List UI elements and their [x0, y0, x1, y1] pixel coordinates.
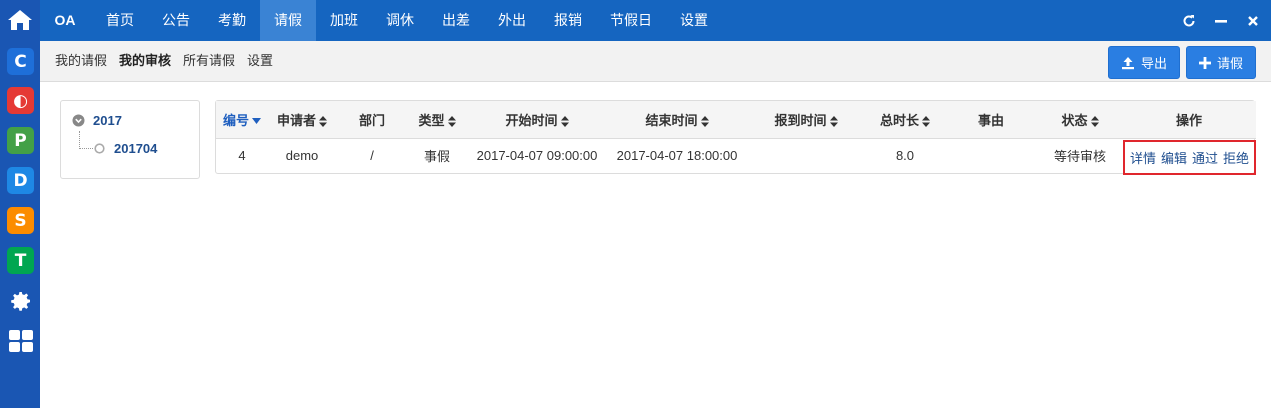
nav-item-settings[interactable]: 设置 — [666, 0, 722, 41]
column-header-reason: 事由 — [944, 101, 1038, 139]
sort-icon — [447, 115, 456, 127]
export-button[interactable]: 导出 — [1107, 46, 1180, 79]
subnav-settings[interactable]: 设置 — [247, 41, 273, 81]
nav-item-home[interactable]: 首页 — [92, 0, 148, 41]
cell-applicant: demo — [285, 148, 319, 164]
sort-icon — [829, 115, 838, 127]
details-link[interactable]: 详情 — [1130, 148, 1156, 167]
minimize-icon[interactable] — [1211, 11, 1231, 31]
close-icon[interactable] — [1243, 11, 1263, 31]
window-controls — [1179, 0, 1263, 41]
approve-link[interactable]: 通过 — [1192, 148, 1218, 167]
cell-id: 4 — [238, 148, 246, 164]
nav-item-holidays[interactable]: 节假日 — [596, 0, 666, 41]
c-app-icon[interactable]: C — [7, 48, 34, 75]
gear-icon[interactable] — [7, 287, 34, 314]
main-nav: 首页 公告 考勤 请假 加班 调休 出差 外出 报销 节假日 设置 — [92, 0, 722, 41]
column-header-report-time[interactable]: 报到时间 — [746, 101, 866, 139]
actions-highlight-box: 详情 编辑 通过 拒绝 — [1123, 139, 1256, 175]
cell-start-time: 2017-04-07 09:00:00 — [476, 148, 598, 164]
cell-department: / — [370, 148, 374, 164]
subnav-all-leave[interactable]: 所有请假 — [183, 41, 235, 81]
app-rail: C ◐ P D S T — [0, 0, 40, 408]
table-row: 4 demo / 事假 2017-04-07 09:00:00 2017-04-… — [216, 138, 1256, 175]
reject-link[interactable]: 拒绝 — [1223, 148, 1249, 167]
leaf-node-icon — [94, 143, 105, 154]
cell-report-time — [746, 138, 866, 173]
column-header-type[interactable]: 类型 — [408, 101, 466, 139]
new-leave-button[interactable]: 请假 — [1185, 46, 1256, 79]
tree-node-month[interactable]: 201704 — [94, 141, 157, 156]
nav-item-leave[interactable]: 请假 — [260, 0, 316, 41]
upload-icon — [1121, 56, 1134, 69]
nav-item-overtime[interactable]: 加班 — [316, 0, 372, 41]
nav-item-reimbursement[interactable]: 报销 — [540, 0, 596, 41]
export-button-label: 导出 — [1140, 56, 1167, 71]
sort-icon — [922, 115, 930, 127]
date-tree: 2017 201704 — [60, 100, 200, 179]
cell-actions: 详情 编辑 通过 拒绝 — [1122, 138, 1256, 175]
column-header-status[interactable]: 状态 — [1038, 101, 1122, 139]
s-app-icon[interactable]: S — [7, 207, 34, 234]
nav-item-attendance[interactable]: 考勤 — [204, 0, 260, 41]
refresh-icon[interactable] — [1179, 11, 1199, 31]
column-header-duration[interactable]: 总时长 — [866, 101, 944, 139]
sort-icon — [700, 115, 709, 127]
tree-month-label: 201704 — [114, 141, 158, 156]
brand-logo[interactable]: OA — [40, 0, 90, 41]
nav-item-announcements[interactable]: 公告 — [148, 0, 204, 41]
column-header-end-time[interactable]: 结束时间 — [608, 101, 746, 139]
column-header-actions: 操作 — [1122, 101, 1256, 139]
d-app-icon[interactable]: D — [7, 167, 34, 194]
top-navbar: OA 首页 公告 考勤 请假 加班 调休 出差 外出 报销 节假日 设置 — [40, 0, 1271, 41]
tree-connector — [79, 131, 93, 149]
cell-end-time: 2017-04-07 18:00:00 — [616, 148, 738, 164]
sub-nav: 我的请假 我的审核 所有请假 设置 — [55, 41, 273, 81]
sort-desc-icon — [252, 118, 261, 125]
nav-item-business-trip[interactable]: 出差 — [428, 0, 484, 41]
cell-reason — [944, 138, 1038, 173]
grid-menu-icon[interactable] — [7, 327, 34, 354]
subnav-my-leave[interactable]: 我的请假 — [55, 41, 107, 81]
nav-item-outing[interactable]: 外出 — [484, 0, 540, 41]
p-app-icon[interactable]: P — [7, 127, 34, 154]
tree-year-label: 2017 — [93, 113, 122, 128]
tree-node-year[interactable]: 2017 — [72, 113, 122, 128]
table-header-row: 编号 申请者 部门 类型 开始时间 结束时间 报到时间 总时长 事由 状态 操作 — [216, 101, 1256, 139]
plus-icon — [1198, 56, 1211, 69]
new-leave-button-label: 请假 — [1216, 56, 1243, 71]
cell-type: 事假 — [423, 149, 450, 165]
t-app-icon[interactable]: T — [7, 247, 34, 274]
sort-icon — [319, 115, 327, 127]
column-header-applicant[interactable]: 申请者 — [268, 101, 336, 139]
cell-status: 等待审核 — [1053, 149, 1106, 165]
sort-icon — [560, 115, 569, 127]
o-app-icon[interactable]: ◐ — [7, 87, 34, 114]
column-header-start-time[interactable]: 开始时间 — [466, 101, 608, 139]
column-header-id[interactable]: 编号 — [216, 101, 268, 139]
edit-link[interactable]: 编辑 — [1161, 148, 1187, 167]
home-icon[interactable] — [0, 0, 40, 40]
sub-toolbar: 我的请假 我的审核 所有请假 设置 导出 请假 — [40, 41, 1271, 82]
cell-duration: 8.0 — [895, 148, 915, 164]
toolbar-buttons: 导出 请假 — [1107, 46, 1256, 79]
column-header-department: 部门 — [336, 101, 408, 139]
subnav-my-review[interactable]: 我的审核 — [119, 41, 171, 81]
chevron-down-icon — [72, 114, 85, 127]
nav-item-time-off[interactable]: 调休 — [372, 0, 428, 41]
sort-icon — [1090, 115, 1099, 127]
leave-review-table: 编号 申请者 部门 类型 开始时间 结束时间 报到时间 总时长 事由 状态 操作… — [215, 100, 1256, 175]
